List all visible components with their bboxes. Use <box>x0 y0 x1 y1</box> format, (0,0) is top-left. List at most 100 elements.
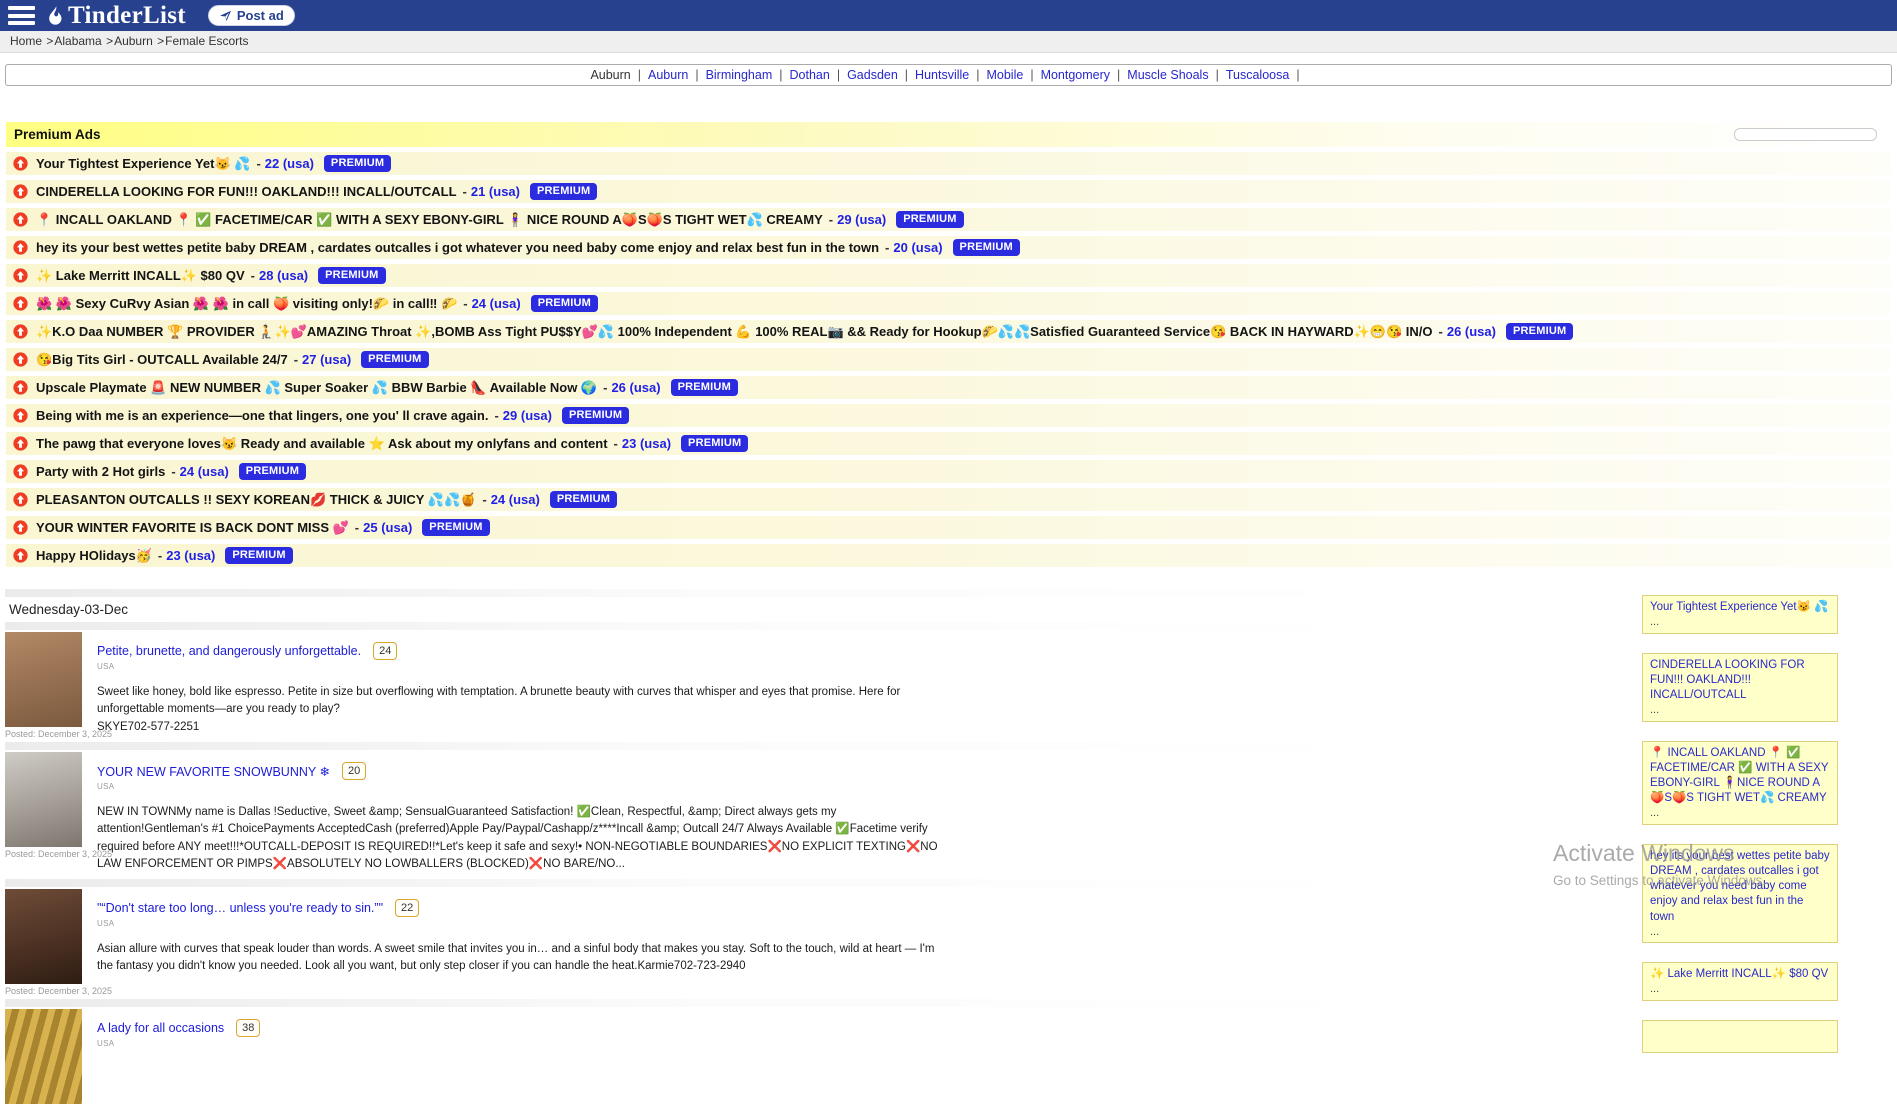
premium-badge[interactable]: PREMIUM <box>239 463 306 480</box>
city-link[interactable]: Dothan <box>790 68 830 82</box>
site-logo[interactable]: TinderList <box>45 2 186 30</box>
scroll-indicator[interactable] <box>1734 128 1877 141</box>
city-link[interactable]: Huntsville <box>915 68 969 82</box>
premium-ad-age[interactable]: 22 (usa) <box>265 156 314 171</box>
arrow-up-circle-icon[interactable] <box>13 520 28 535</box>
city-links-bar: Auburn|Auburn|Birmingham|Dothan|Gadsden|… <box>5 64 1892 86</box>
premium-ad-age[interactable]: 23 (usa) <box>622 436 671 451</box>
breadcrumb-link[interactable]: Home <box>10 34 42 48</box>
listing-title-link[interactable]: "“Don't stare too long… unless you're re… <box>97 901 383 915</box>
premium-badge[interactable]: PREMIUM <box>422 519 489 536</box>
premium-ad-age[interactable]: 29 (usa) <box>503 408 552 423</box>
premium-ad-title-link[interactable]: Upscale Playmate 🚨 NEW NUMBER 💦 Super So… <box>36 380 597 396</box>
arrow-up-circle-icon[interactable] <box>13 464 28 479</box>
premium-badge[interactable]: PREMIUM <box>896 211 963 228</box>
breadcrumb-link[interactable]: Auburn <box>114 34 153 48</box>
listing-title-row: YOUR NEW FAVORITE SNOWBUNNY ❄20 <box>97 752 1385 780</box>
sidebar-premium-box[interactable]: Your Tightest Experience Yet😼 💦... <box>1642 595 1838 634</box>
premium-ad-title-link[interactable]: 🌺 🌺 Sexy CuRvy Asian 🌺 🌺 in call 🍑 visit… <box>36 296 457 312</box>
premium-ad-title-link[interactable]: YOUR WINTER FAVORITE IS BACK DONT MISS 💕 <box>36 520 349 536</box>
premium-ad-title-link[interactable]: ✨K.O Daa NUMBER 🏆 PROVIDER 🧎✨💕AMAZING Th… <box>36 324 1433 340</box>
premium-ad-title-link[interactable]: 📍 INCALL OAKLAND 📍 ✅ FACETIME/CAR ✅ WITH… <box>36 212 823 228</box>
premium-ad-title-link[interactable]: Your Tightest Experience Yet😼 💦 <box>36 156 250 172</box>
premium-ad-title-link[interactable]: Being with me is an experience—one that … <box>36 408 488 423</box>
arrow-up-circle-icon[interactable] <box>13 296 28 311</box>
sidebar-ad-link[interactable]: 📍 INCALL OAKLAND 📍 ✅ FACETIME/CAR ✅ WITH… <box>1650 746 1830 807</box>
arrow-up-circle-icon[interactable] <box>13 268 28 283</box>
premium-badge[interactable]: PREMIUM <box>531 295 598 312</box>
premium-ad-age[interactable]: 20 (usa) <box>893 240 942 255</box>
sidebar-premium-box[interactable]: hey its your best wettes petite baby DRE… <box>1642 844 1838 943</box>
breadcrumb-link[interactable]: Female Escorts <box>165 34 248 48</box>
premium-ad-title-link[interactable]: Happy HOlidays🥳 <box>36 548 152 564</box>
city-link[interactable]: Birmingham <box>706 68 773 82</box>
city-link[interactable]: Gadsden <box>847 68 898 82</box>
dash-separator: - <box>494 408 498 423</box>
premium-ad-age[interactable]: 23 (usa) <box>166 548 215 563</box>
premium-badge[interactable]: PREMIUM <box>361 351 428 368</box>
city-link[interactable]: Montgomery <box>1041 68 1110 82</box>
premium-ad-age[interactable]: 24 (usa) <box>180 464 229 479</box>
arrow-up-circle-icon[interactable] <box>13 408 28 423</box>
sidebar-ad-link[interactable]: Your Tightest Experience Yet😼 💦 <box>1650 600 1830 615</box>
premium-ad-age[interactable]: 21 (usa) <box>471 184 520 199</box>
premium-badge[interactable]: PREMIUM <box>1506 323 1573 340</box>
premium-badge[interactable]: PREMIUM <box>562 407 629 424</box>
city-link[interactable]: Muscle Shoals <box>1127 68 1208 82</box>
post-ad-button[interactable]: Post ad <box>208 5 295 26</box>
arrow-up-circle-icon[interactable] <box>13 436 28 451</box>
premium-badge[interactable]: PREMIUM <box>530 183 597 200</box>
premium-ad-age[interactable]: 27 (usa) <box>302 352 351 367</box>
arrow-up-circle-icon[interactable] <box>13 492 28 507</box>
listing-thumbnail[interactable] <box>5 889 82 984</box>
premium-ad-title-link[interactable]: Party with 2 Hot girls <box>36 464 165 479</box>
arrow-up-circle-icon[interactable] <box>13 184 28 199</box>
premium-ad-title-link[interactable]: PLEASANTON OUTCALLS !! SEXY KOREAN💋 THIC… <box>36 492 476 508</box>
breadcrumb-link[interactable]: Alabama <box>54 34 101 48</box>
arrow-up-circle-icon[interactable] <box>13 212 28 227</box>
arrow-up-circle-icon[interactable] <box>13 156 28 171</box>
listing-thumbnail[interactable] <box>5 632 82 727</box>
arrow-up-circle-icon[interactable] <box>13 380 28 395</box>
listing-title-link[interactable]: Petite, brunette, and dangerously unforg… <box>97 644 361 658</box>
premium-ad-age[interactable]: 24 (usa) <box>472 296 521 311</box>
sidebar-premium-box[interactable] <box>1642 1020 1838 1053</box>
premium-ad-title-link[interactable]: ✨ Lake Merritt INCALL✨ $80 QV <box>36 268 245 284</box>
premium-badge[interactable]: PREMIUM <box>324 155 391 172</box>
premium-ad-title-link[interactable]: hey its your best wettes petite baby DRE… <box>36 240 879 255</box>
age-badge: 24 <box>373 642 397 660</box>
premium-ad-age[interactable]: 25 (usa) <box>363 520 412 535</box>
premium-badge[interactable]: PREMIUM <box>225 547 292 564</box>
listing-title-link[interactable]: YOUR NEW FAVORITE SNOWBUNNY ❄ <box>97 764 330 779</box>
premium-badge[interactable]: PREMIUM <box>953 239 1020 256</box>
premium-ad-age[interactable]: 29 (usa) <box>837 212 886 227</box>
sidebar-ad-link[interactable]: hey its your best wettes petite baby DRE… <box>1650 849 1830 925</box>
hamburger-menu-icon[interactable] <box>8 6 35 25</box>
city-link[interactable]: Tuscaloosa <box>1226 68 1289 82</box>
premium-ad-age[interactable]: 24 (usa) <box>491 492 540 507</box>
premium-badge[interactable]: PREMIUM <box>681 435 748 452</box>
premium-ad-age[interactable]: 26 (usa) <box>1447 324 1496 339</box>
city-link[interactable]: Mobile <box>986 68 1023 82</box>
listing-title-link[interactable]: A lady for all occasions <box>97 1021 224 1035</box>
arrow-up-circle-icon[interactable] <box>13 548 28 563</box>
sidebar-premium-box[interactable]: ✨ Lake Merritt INCALL✨ $80 QV... <box>1642 962 1838 1001</box>
arrow-up-circle-icon[interactable] <box>13 240 28 255</box>
city-link[interactable]: Auburn <box>648 68 688 82</box>
premium-ad-age[interactable]: 26 (usa) <box>611 380 660 395</box>
premium-ad-age[interactable]: 28 (usa) <box>259 268 308 283</box>
listing-thumbnail[interactable] <box>5 752 82 847</box>
premium-ad-title-link[interactable]: The pawg that everyone loves😼 Ready and … <box>36 436 608 452</box>
sidebar-premium-box[interactable]: 📍 INCALL OAKLAND 📍 ✅ FACETIME/CAR ✅ WITH… <box>1642 741 1838 825</box>
premium-badge[interactable]: PREMIUM <box>671 379 738 396</box>
premium-badge[interactable]: PREMIUM <box>550 491 617 508</box>
sidebar-premium-box[interactable]: CINDERELLA LOOKING FOR FUN!!! OAKLAND!!!… <box>1642 653 1838 722</box>
listing-thumbnail[interactable] <box>5 1009 82 1104</box>
premium-ad-title-link[interactable]: CINDERELLA LOOKING FOR FUN!!! OAKLAND!!!… <box>36 184 457 199</box>
arrow-up-circle-icon[interactable] <box>13 352 28 367</box>
sidebar-ad-link[interactable]: CINDERELLA LOOKING FOR FUN!!! OAKLAND!!!… <box>1650 658 1830 704</box>
premium-badge[interactable]: PREMIUM <box>318 267 385 284</box>
arrow-up-circle-icon[interactable] <box>13 324 28 339</box>
premium-ad-title-link[interactable]: 😘Big Tits Girl - OUTCALL Available 24/7 <box>36 352 288 368</box>
sidebar-ad-link[interactable]: ✨ Lake Merritt INCALL✨ $80 QV <box>1650 967 1830 982</box>
